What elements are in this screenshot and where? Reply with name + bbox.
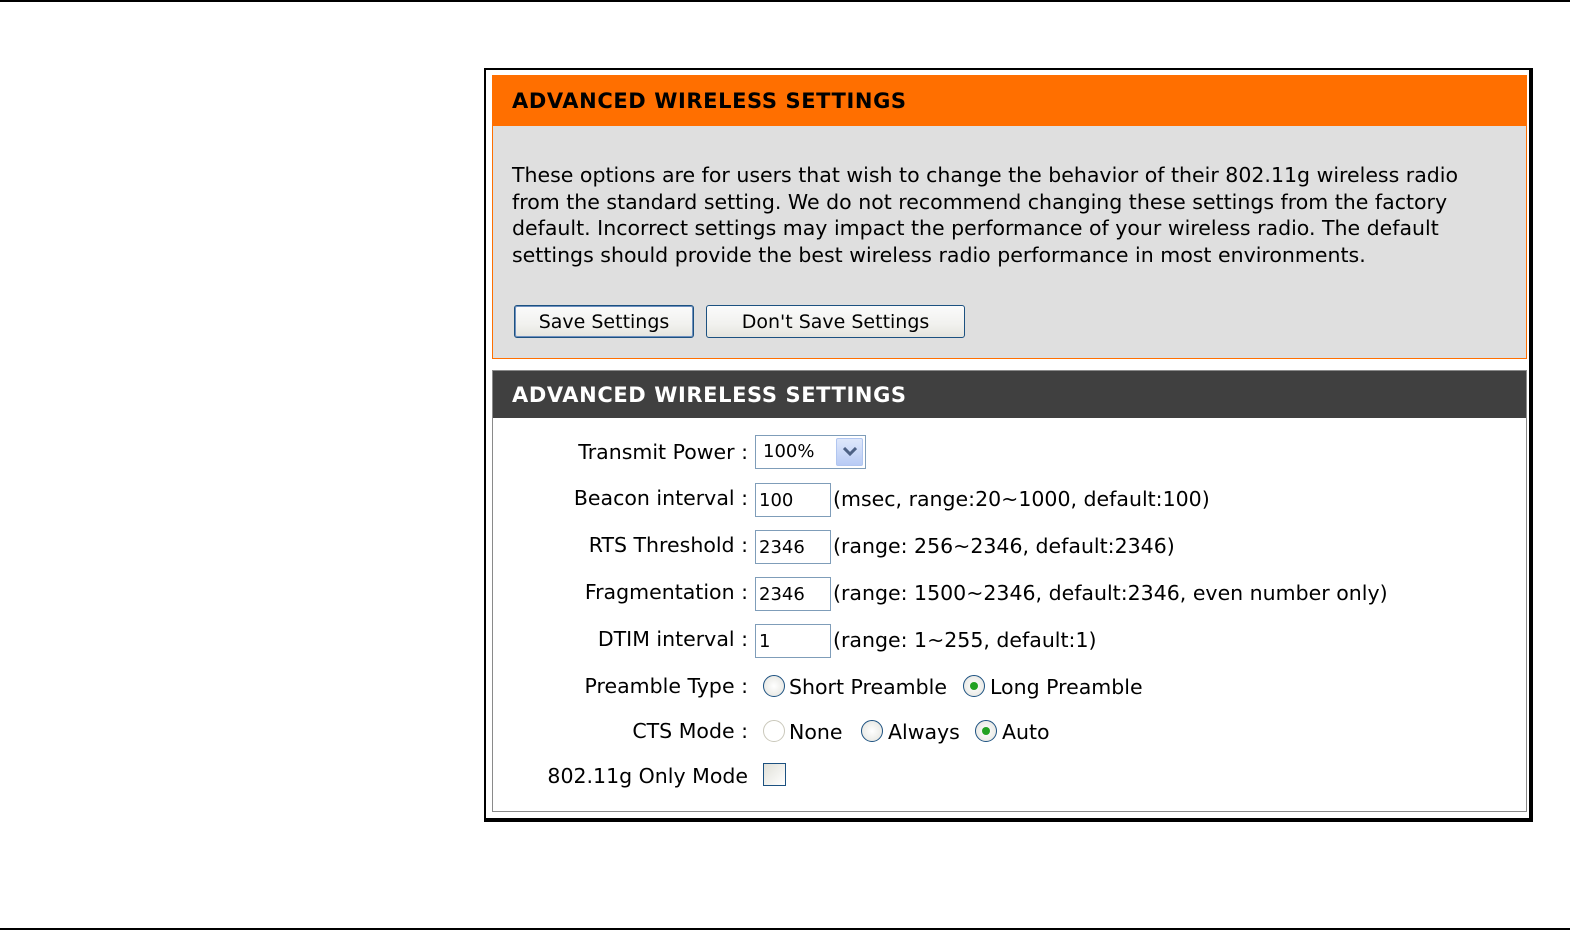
cts-auto-label: Auto [1002,720,1050,744]
g-only-mode-label: 802.11g Only Mode [547,764,748,788]
cts-none-radio[interactable] [763,720,785,742]
fragmentation-row: Fragmentation : (range: 1500~2346, defau… [493,577,1526,611]
intro-title: ADVANCED WIRELESS SETTINGS [512,89,907,113]
dont-save-settings-button[interactable]: Don't Save Settings [706,305,965,338]
advanced-settings-panel: ADVANCED WIRELESS SETTINGS Transmit Powe… [492,370,1527,812]
g-only-mode-checkbox[interactable] [763,763,786,786]
dtim-interval-input[interactable] [755,624,831,658]
g-only-mode-row: 802.11g Only Mode [493,761,1526,795]
rts-threshold-hint: (range: 256~2346, default:2346) [833,534,1175,558]
transmit-power-row: Transmit Power : 100% [493,435,1526,471]
dtim-interval-hint: (range: 1~255, default:1) [833,628,1097,652]
preamble-type-row: Preamble Type : Short Preamble Long Prea… [493,671,1526,705]
settings-frame: ADVANCED WIRELESS SETTINGS These options… [484,68,1533,822]
beacon-interval-input[interactable] [755,483,831,517]
cts-none-label: None [789,720,843,744]
intro-description: These options are for users that wish to… [512,163,1459,267]
settings-header: ADVANCED WIRELESS SETTINGS [493,371,1526,418]
dtim-interval-label: DTIM interval : [597,627,748,651]
transmit-power-label: Transmit Power : [578,440,748,464]
short-preamble-radio[interactable] [763,675,785,697]
fragmentation-label: Fragmentation : [584,580,748,604]
short-preamble-label: Short Preamble [789,675,947,699]
select-arrow-button[interactable] [836,438,863,466]
fragmentation-input[interactable] [755,577,831,611]
rts-threshold-input[interactable] [755,530,831,564]
transmit-power-value: 100% [763,441,815,462]
beacon-interval-hint: (msec, range:20~1000, default:100) [833,487,1210,511]
selected-dot [982,727,990,735]
cts-always-label: Always [888,720,960,744]
cts-mode-label: CTS Mode : [632,719,748,743]
preamble-type-label: Preamble Type : [584,674,748,698]
transmit-power-select[interactable]: 100% [755,435,866,469]
beacon-interval-row: Beacon interval : (msec, range:20~1000, … [493,483,1526,517]
rts-threshold-row: RTS Threshold : (range: 256~2346, defaul… [493,530,1526,564]
cts-always-radio[interactable] [861,720,883,742]
cts-auto-radio[interactable] [975,720,997,742]
top-rule [0,0,1570,2]
settings-title: ADVANCED WIRELESS SETTINGS [512,383,907,407]
dtim-interval-row: DTIM interval : (range: 1~255, default:1… [493,624,1526,658]
selected-dot [970,682,978,690]
save-settings-button[interactable]: Save Settings [514,305,694,338]
cts-mode-row: CTS Mode : None Always Auto [493,716,1526,750]
chevron-down-icon [843,447,857,457]
rts-threshold-label: RTS Threshold : [588,533,748,557]
beacon-interval-label: Beacon interval : [573,486,748,510]
fragmentation-hint: (range: 1500~2346, default:2346, even nu… [833,581,1388,605]
intro-panel: ADVANCED WIRELESS SETTINGS These options… [492,75,1527,359]
long-preamble-radio[interactable] [963,675,985,697]
long-preamble-label: Long Preamble [990,675,1143,699]
intro-header: ADVANCED WIRELESS SETTINGS [493,76,1526,126]
bottom-rule [0,928,1570,930]
